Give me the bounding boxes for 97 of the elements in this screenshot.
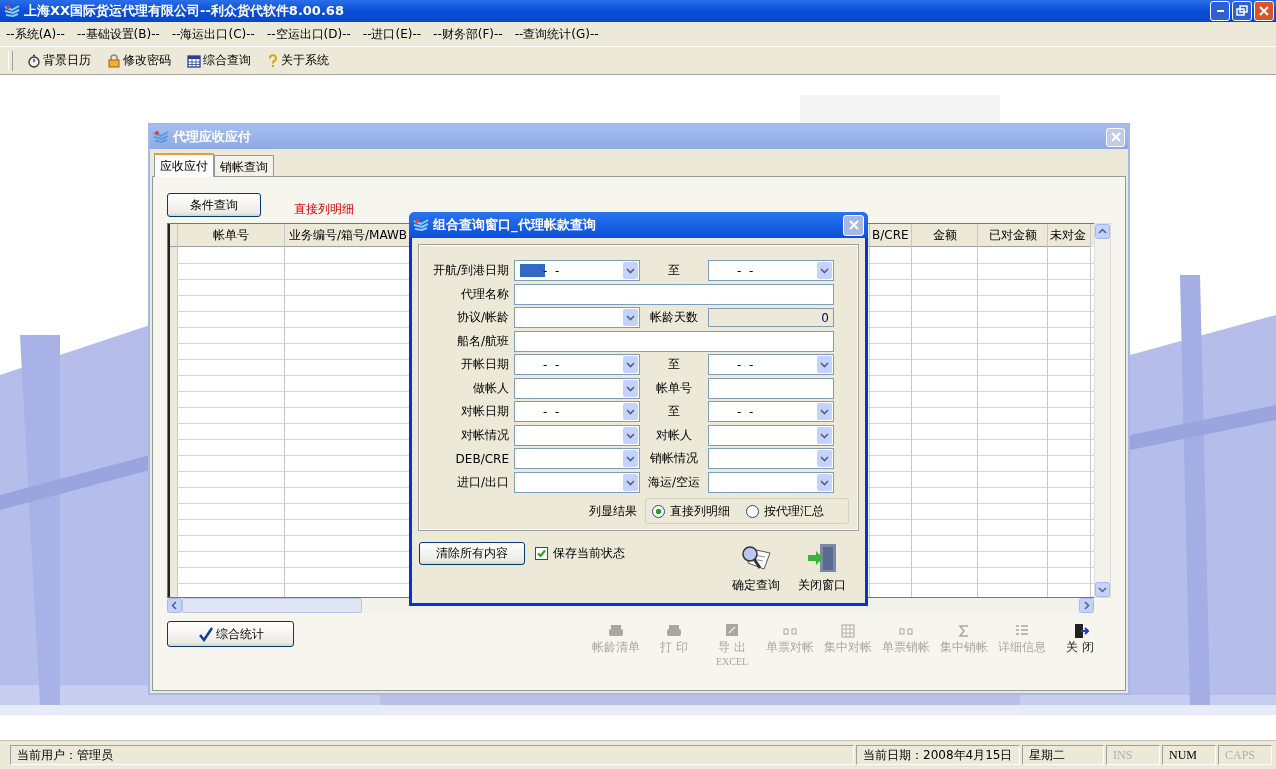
vertical-scrollbar[interactable] [1094, 223, 1111, 598]
field-label: DEB/CRE [454, 451, 510, 466]
printer-icon [665, 623, 683, 639]
menu-item[interactable]: --空运出口(D)-- [262, 25, 355, 43]
field-label: 开帐日期 [460, 356, 510, 374]
scroll-left-icon[interactable] [167, 598, 182, 613]
statistics-button[interactable]: 综合统计 [167, 621, 294, 647]
close-button[interactable] [1254, 1, 1274, 21]
action-button[interactable]: 关 闭 [1051, 621, 1109, 669]
minimize-button[interactable] [1210, 1, 1230, 21]
export-icon [723, 623, 741, 639]
date-field[interactable]: - - [514, 260, 640, 282]
dropdown-field[interactable] [514, 307, 640, 329]
window-title: 上海XX国际货运代理有限公司--利众货代软件8.00.68 [24, 2, 344, 20]
menu-item[interactable]: --基础设置(B)-- [72, 25, 164, 43]
field-label: 进口/出口 [455, 473, 510, 491]
field-label: 至 [667, 262, 681, 280]
close-icon [847, 219, 860, 231]
date-field[interactable]: - - [514, 401, 640, 423]
close-icon [1110, 132, 1121, 142]
menu-item[interactable]: --财务部(F)-- [429, 25, 507, 43]
restore-button[interactable] [1232, 1, 1252, 21]
field-label: 帐单号 [655, 379, 693, 397]
close-icon [1258, 5, 1270, 17]
date-field[interactable]: - - [514, 354, 640, 376]
date-field[interactable]: - - [708, 401, 834, 423]
field-label: 做帐人 [472, 379, 510, 397]
close-window-button[interactable]: 关闭窗口 [791, 541, 853, 596]
field-label: 至 [667, 356, 681, 374]
confirm-query-button[interactable]: 确定查询 [725, 541, 787, 596]
field-label: 销帐情况 [649, 450, 699, 468]
mode-label: 直接列明细 [294, 200, 354, 218]
field-label: 海运/空运 [646, 473, 701, 491]
tab[interactable]: 应收应付 [154, 153, 214, 177]
dialog-title: 组合查询窗口_代理帐款查询 [433, 216, 596, 234]
toolbar-button[interactable]: 综合查询 [179, 48, 259, 73]
current-date: 当前日期：2008年4月15日 [856, 745, 1020, 765]
question-icon [267, 53, 279, 68]
radio-option[interactable]: 直接列明细 [652, 502, 730, 520]
stopwatch-icon [27, 53, 41, 68]
menu-item[interactable]: --海运出口(C)-- [167, 25, 259, 43]
dropdown-field[interactable] [514, 448, 640, 470]
field-label: 至 [667, 403, 681, 421]
toolbar-button[interactable]: 修改密码 [99, 48, 179, 73]
key-indicator: CAPS [1218, 745, 1272, 765]
tab[interactable]: 销帐查询 [214, 155, 274, 176]
app-icon [4, 4, 20, 18]
app-icon [413, 218, 429, 232]
field-label: 帐龄天数 [649, 309, 699, 327]
calendar-icon [187, 53, 201, 68]
menu-item[interactable]: --系统(A)-- [2, 25, 69, 43]
input-field[interactable] [514, 330, 834, 352]
toolbar-button[interactable]: 关于系统 [259, 48, 337, 73]
scroll-right-icon[interactable] [1079, 598, 1094, 613]
check-icon [197, 626, 214, 642]
key-indicator: NUM [1162, 745, 1216, 765]
radio-option[interactable]: 按代理汇总 [746, 502, 824, 520]
field-label: 对帐情况 [460, 426, 510, 444]
dropdown-field[interactable] [514, 377, 640, 399]
toolbar-button[interactable]: 背景日历 [19, 48, 99, 73]
date-field[interactable]: - - [708, 354, 834, 376]
checkmark-icon [537, 548, 546, 558]
dropdown-field[interactable] [514, 424, 640, 446]
scroll-thumb[interactable] [182, 598, 362, 613]
save-state-checkbox[interactable]: 保存当前状态 [535, 544, 625, 562]
input-field[interactable] [708, 377, 834, 399]
clear-button[interactable]: 清除所有内容 [419, 541, 525, 565]
lock-icon [107, 53, 121, 68]
field-label: 船名/航班 [455, 332, 510, 350]
field-label: 对帐人 [655, 426, 693, 444]
printer-icon [607, 623, 625, 639]
field-label: 对帐日期 [460, 403, 510, 421]
app-icon [153, 130, 169, 144]
menu-item[interactable]: --进口(E)-- [358, 25, 426, 43]
field-label: 开航/到港日期 [431, 262, 510, 280]
weekday: 星期二 [1022, 745, 1104, 765]
grid-icon [839, 623, 857, 639]
scroll-up-icon[interactable] [1095, 224, 1110, 239]
date-field[interactable]: - - [708, 260, 834, 282]
field-label: 代理名称 [460, 285, 510, 303]
key-indicator: INS [1106, 745, 1160, 765]
menu-item[interactable]: --查询统计(G)-- [510, 25, 603, 43]
dropdown-field[interactable] [708, 471, 834, 493]
dropdown-field[interactable] [514, 471, 640, 493]
result-label: 列显结果 [589, 502, 637, 520]
close-button[interactable] [843, 214, 864, 236]
input-field[interactable] [514, 283, 834, 305]
query-button[interactable]: 条件查询 [167, 193, 261, 217]
window-title: 代理应收应付 [173, 128, 251, 146]
field-label: 协议/帐龄 [455, 309, 510, 327]
restore-icon [1236, 5, 1248, 17]
minimize-icon [1216, 10, 1224, 12]
scroll-down-icon[interactable] [1095, 582, 1110, 597]
number-field: 0 [708, 308, 834, 328]
dropdown-field[interactable] [708, 424, 834, 446]
dropdown-field[interactable] [708, 448, 834, 470]
current-user: 当前用户：管理员 [10, 745, 854, 765]
